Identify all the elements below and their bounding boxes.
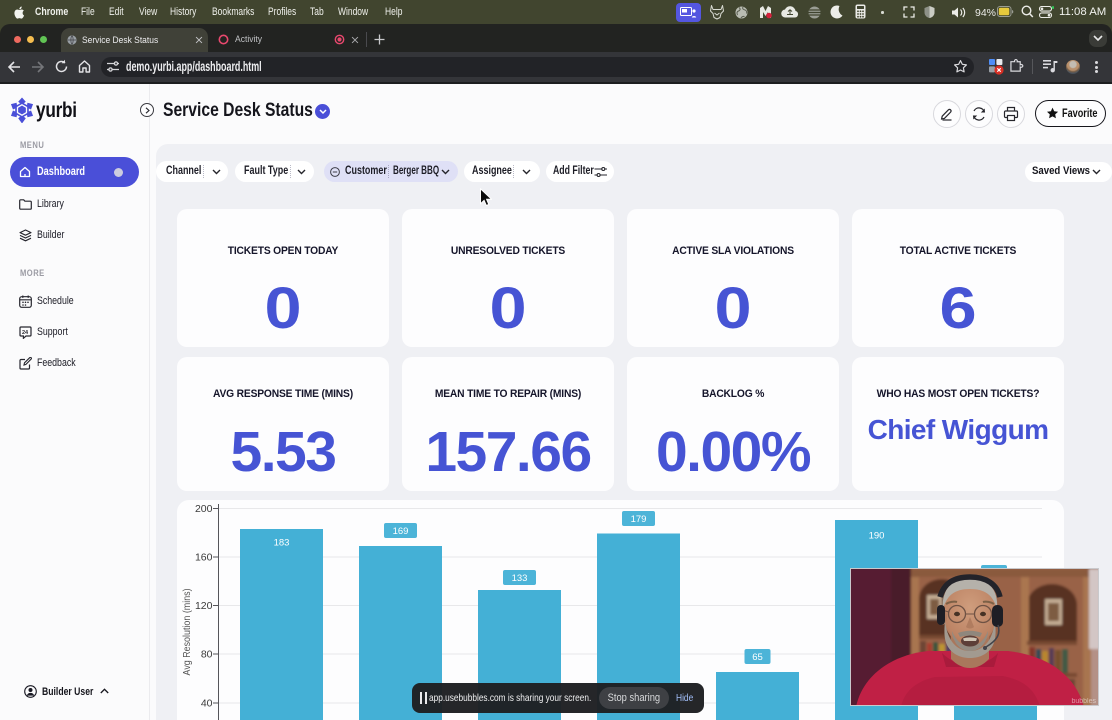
svg-text:190: 190 — [869, 531, 885, 542]
svg-text:169: 169 — [393, 526, 409, 537]
svg-text:65: 65 — [752, 652, 763, 663]
svg-text:bubbles: bubbles — [1071, 698, 1096, 705]
svg-text:40: 40 — [201, 698, 213, 710]
svg-text:120: 120 — [195, 600, 213, 612]
svg-text:133: 133 — [512, 573, 528, 584]
svg-text:200: 200 — [195, 503, 213, 515]
svg-text:160: 160 — [195, 552, 213, 564]
svg-text:183: 183 — [274, 538, 290, 549]
svg-text:179: 179 — [631, 514, 647, 525]
svg-text:80: 80 — [201, 649, 213, 661]
svg-text:Avg Resolution (mins): Avg Resolution (mins) — [181, 588, 193, 675]
svg-text:24: 24 — [22, 330, 29, 336]
